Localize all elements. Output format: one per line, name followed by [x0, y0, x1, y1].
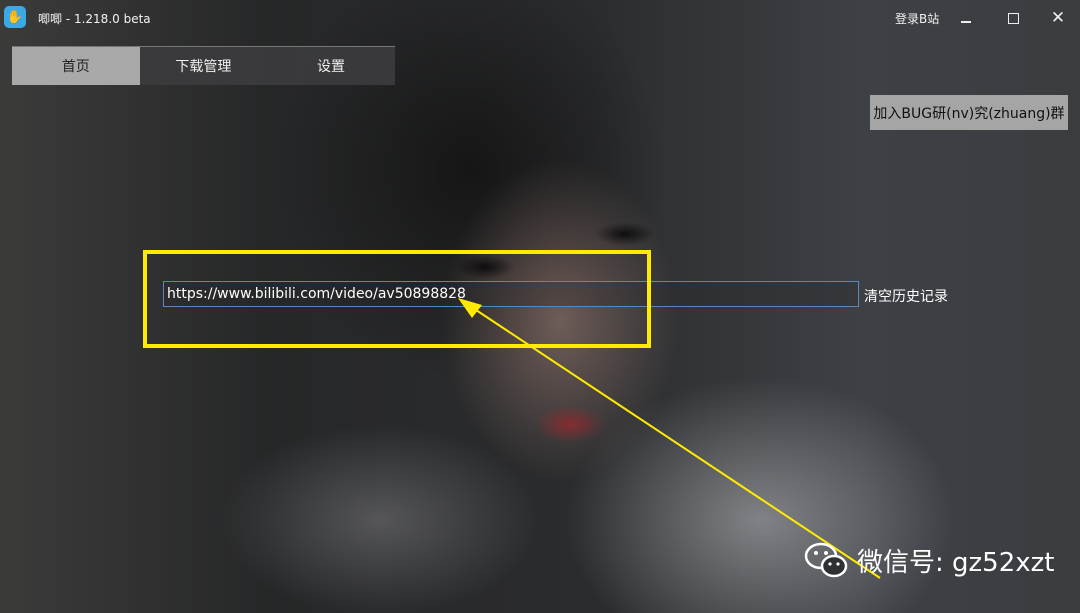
- background-photo-detail: [535, 405, 605, 443]
- tab-settings[interactable]: 设置: [267, 47, 395, 85]
- tab-downloads[interactable]: 下载管理: [140, 47, 268, 85]
- main-tabs: 首页 下载管理 设置: [12, 46, 395, 85]
- watermark-text: 微信号: gz52xzt: [857, 547, 1055, 578]
- highlight-annotation-box: [143, 250, 651, 348]
- watermark: 微信号: gz52xzt: [803, 540, 1055, 580]
- login-button[interactable]: 登录B站: [895, 10, 939, 27]
- clear-history-button[interactable]: 清空历史记录: [864, 286, 948, 306]
- window-title: 唧唧 - 1.218.0 beta: [38, 12, 151, 26]
- minimize-icon[interactable]: [951, 6, 981, 30]
- maximize-icon[interactable]: [998, 6, 1028, 30]
- join-bug-group-button[interactable]: 加入BUG研(nv)究(zhuang)群: [870, 95, 1068, 130]
- close-icon[interactable]: ✕: [1043, 6, 1073, 30]
- tab-home[interactable]: 首页: [12, 47, 140, 85]
- wechat-icon: [804, 542, 848, 578]
- background-photo-detail: [595, 222, 655, 246]
- title-bar: ✋ 唧唧 - 1.218.0 beta 登录B站 ✕: [0, 0, 1080, 36]
- app-logo-icon: ✋: [4, 6, 26, 28]
